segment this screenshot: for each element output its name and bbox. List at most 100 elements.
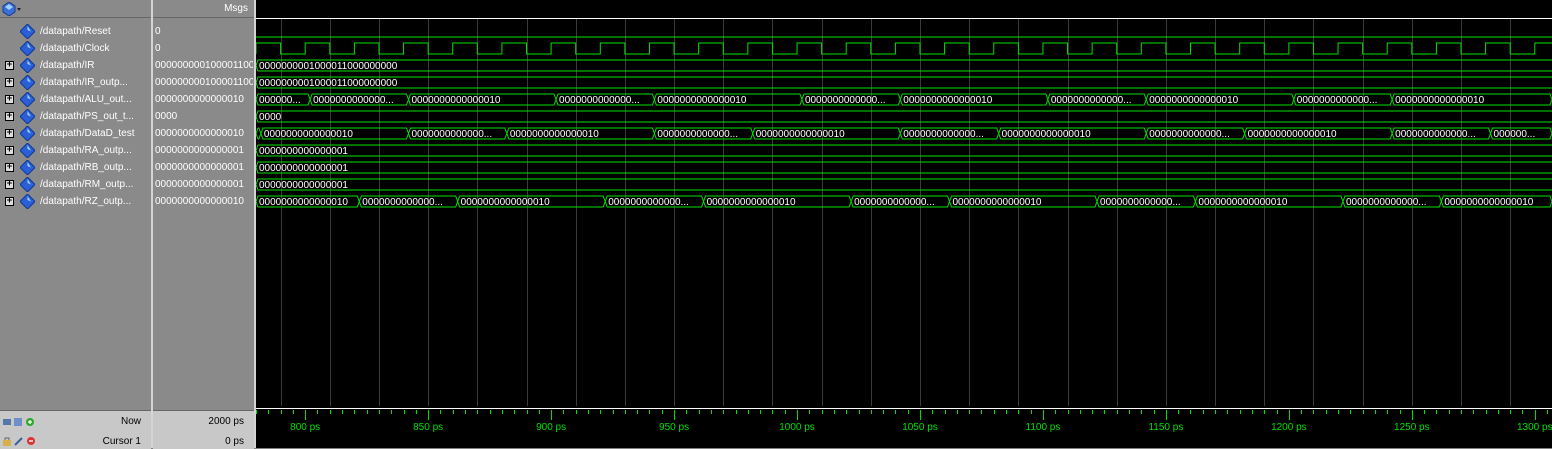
expand-toggle-icon[interactable]: + bbox=[5, 146, 14, 155]
signal-value-row[interactable]: 0000 bbox=[153, 108, 254, 125]
signal-value-row[interactable]: 0 bbox=[153, 40, 254, 57]
now-label: Now bbox=[120, 416, 141, 427]
signal-row[interactable]: /datapath/Reset bbox=[0, 23, 151, 40]
rz-out-bus-label: 0000000000000010 bbox=[707, 197, 796, 208]
signal-name: /datapath/RB_outp... bbox=[40, 162, 132, 173]
insert-cursor-icon[interactable] bbox=[25, 417, 35, 427]
expand-toggle-icon[interactable]: + bbox=[5, 78, 14, 87]
signal-row[interactable]: /datapath/Clock bbox=[0, 40, 151, 57]
signal-name: /datapath/RZ_outp... bbox=[40, 196, 132, 207]
datad-bus-label: 0000000000000... bbox=[411, 129, 492, 140]
signal-icon bbox=[19, 57, 36, 74]
signal-value: 0000000000000010 bbox=[155, 94, 244, 105]
signal-icon bbox=[19, 74, 36, 91]
rz-out-bus-label: 0000000000000... bbox=[362, 197, 443, 208]
timeline-tick-label: 850 ps bbox=[413, 422, 443, 433]
signal-value-row[interactable]: 0000000000000001 bbox=[153, 159, 254, 176]
rz-out-bus-label: 0000000000000... bbox=[608, 197, 689, 208]
signal-value-row[interactable]: 0000000000000010 bbox=[153, 91, 254, 108]
rz-out-bus-label: 0000000000000010 bbox=[1444, 197, 1533, 208]
waveform-canvas[interactable]: 0000000001000011000000000 000000000100001… bbox=[256, 0, 1552, 448]
signal-row[interactable]: + /datapath/RA_outp... bbox=[0, 142, 151, 159]
signal-value-row[interactable]: 000000000100001100000000 bbox=[153, 74, 254, 91]
ir-out-bus-segment bbox=[256, 76, 1552, 89]
names-status: Now Cursor 1 bbox=[0, 410, 151, 449]
now-value: 2000 ps bbox=[208, 416, 244, 427]
signal-value: 0000000000000001 bbox=[155, 145, 244, 156]
timeline-tick-label: 1000 ps bbox=[779, 422, 815, 433]
values-header: Msgs bbox=[153, 0, 254, 18]
signal-value: 000000000100001100000000 bbox=[155, 60, 253, 71]
expand-toggle-icon[interactable]: + bbox=[5, 129, 14, 138]
rz-out-bus-label: 0000000000000... bbox=[854, 197, 935, 208]
ir-bus-label: 0000000001000011000000000 bbox=[259, 61, 398, 72]
expand-toggle-icon[interactable]: + bbox=[5, 95, 14, 104]
cursor-label: Cursor 1 bbox=[102, 436, 141, 447]
rm-out-bus-label: 0000000000000001 bbox=[259, 180, 348, 191]
expand-toggle-icon[interactable]: + bbox=[5, 180, 14, 189]
expand-toggle-icon[interactable]: + bbox=[5, 61, 14, 70]
signal-value: 0000 bbox=[155, 111, 178, 122]
signal-name: /datapath/RA_outp... bbox=[40, 145, 132, 156]
rz-out-bus-label: 0000000000000010 bbox=[952, 197, 1041, 208]
signal-value-row[interactable]: 0000000000000010 bbox=[153, 125, 254, 142]
rz-out-bus-label: 0000000000000010 bbox=[259, 197, 348, 208]
edit-cursor-icon[interactable] bbox=[14, 436, 24, 446]
signal-row[interactable]: + /datapath/DataD_test bbox=[0, 125, 151, 142]
datad-bus-label: 0000000000000010 bbox=[264, 129, 353, 140]
timeline-tick-label: 1250 ps bbox=[1394, 422, 1430, 433]
msgs-label: Msgs bbox=[224, 3, 248, 14]
rb-out-bus-label: 0000000000000001 bbox=[259, 163, 348, 174]
timeline-tick-label: 1150 ps bbox=[1148, 422, 1183, 433]
signal-icon bbox=[19, 40, 36, 57]
signal-values-pane: Msgs 00000000000100001100000000000000000… bbox=[153, 0, 254, 449]
signal-value: 0 bbox=[155, 26, 161, 37]
signal-value: 0000000000000001 bbox=[155, 179, 244, 190]
signal-value: 0000000000000001 bbox=[155, 162, 244, 173]
signal-row[interactable]: + /datapath/IR bbox=[0, 57, 151, 74]
signal-value-row[interactable]: 0000000000000001 bbox=[153, 176, 254, 193]
signal-value-row[interactable]: 0 bbox=[153, 23, 254, 40]
rb-out-bus-segment bbox=[256, 161, 1552, 174]
signal-value-row[interactable]: 0000000000000001 bbox=[153, 142, 254, 159]
waveform-pane[interactable]: 0000000001000011000000000 000000000100001… bbox=[256, 0, 1552, 448]
expand-toggle-icon[interactable]: + bbox=[5, 163, 14, 172]
signal-value-row[interactable]: 000000000100001100000000 bbox=[153, 57, 254, 74]
signal-name: /datapath/Clock bbox=[40, 43, 110, 54]
alu-out-bus-label: 0000000000000010 bbox=[1149, 95, 1238, 106]
datad-bus-segment bbox=[256, 127, 262, 140]
expand-toggle-icon[interactable]: + bbox=[5, 197, 14, 206]
signal-name: /datapath/PS_out_t... bbox=[40, 111, 134, 122]
lock-cursor-icon[interactable] bbox=[2, 436, 12, 446]
datad-bus-label: 0000000000000... bbox=[1395, 129, 1476, 140]
datad-bus-label: 0000000000000... bbox=[903, 129, 984, 140]
delete-cursor-icon[interactable] bbox=[26, 436, 36, 446]
signal-names-pane: /datapath/Reset/datapath/Clock + /datapath… bbox=[0, 0, 151, 449]
rz-out-bus-label: 0000000000000010 bbox=[461, 197, 550, 208]
signal-row[interactable]: + /datapath/IR_outp... bbox=[0, 74, 151, 91]
alu-out-bus-label: 0000000000000... bbox=[559, 95, 640, 106]
add-wave-icon[interactable] bbox=[2, 417, 12, 427]
signal-value: 0000000000000010 bbox=[155, 196, 244, 207]
alu-out-bus-label: 0000000000000010 bbox=[903, 95, 992, 106]
clock-wave bbox=[256, 42, 1552, 55]
signal-row[interactable]: + /datapath/RZ_outp... bbox=[0, 193, 151, 210]
expand-toggle-icon[interactable]: + bbox=[5, 112, 14, 121]
signal-value-row[interactable]: 0000000000000010 bbox=[153, 193, 254, 210]
signal-row[interactable]: + /datapath/PS_out_t... bbox=[0, 108, 151, 125]
signal-row[interactable]: + /datapath/RM_outp... bbox=[0, 176, 151, 193]
rz-out-bus-label: 0000000000000010 bbox=[1198, 197, 1287, 208]
datad-bus-label: 0000000000000010 bbox=[1002, 129, 1091, 140]
ps-out-bus-label: 0000 bbox=[259, 112, 282, 123]
signal-value: 000000000100001100000000 bbox=[155, 77, 253, 88]
zoom-icon[interactable] bbox=[13, 417, 23, 427]
alu-out-bus-label: 0000000000000... bbox=[313, 95, 394, 106]
alu-out-bus-label: 0000000000000010 bbox=[1395, 95, 1484, 106]
signal-row[interactable]: + /datapath/RB_outp... bbox=[0, 159, 151, 176]
signal-row[interactable]: + /datapath/ALU_out... bbox=[0, 91, 151, 108]
alu-out-bus-label: 0000000000000010 bbox=[411, 95, 500, 106]
ra-out-bus-label: 0000000000000001 bbox=[259, 146, 348, 157]
wave-menu-icon[interactable] bbox=[2, 1, 22, 17]
signal-icon bbox=[19, 91, 36, 108]
signal-name: /datapath/DataD_test bbox=[40, 128, 135, 139]
